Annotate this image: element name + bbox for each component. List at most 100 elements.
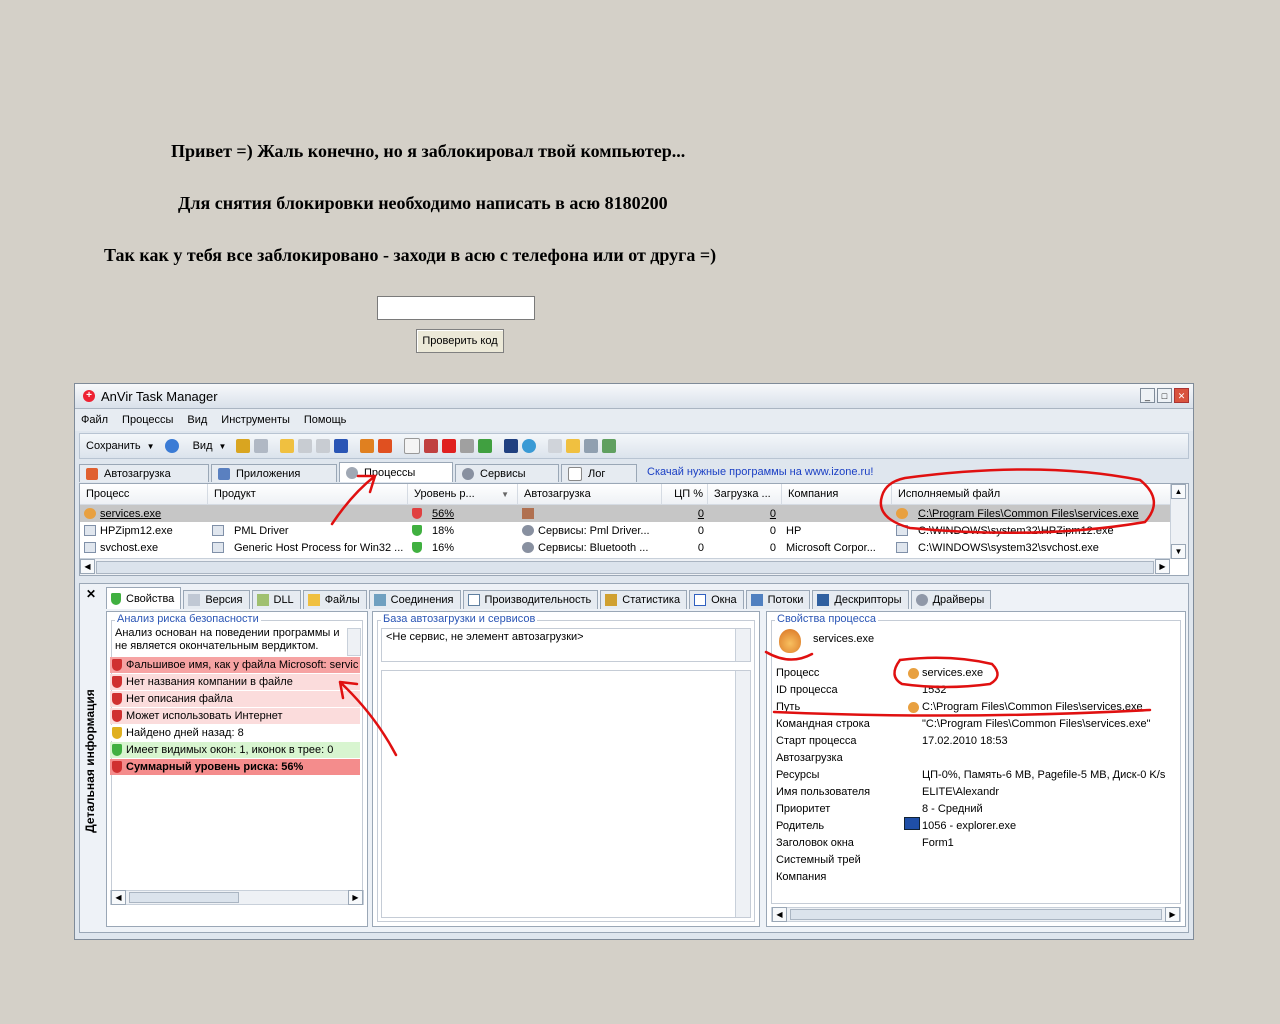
table-row[interactable]: HPZipm12.exe PML Driver 18% Сервисы: Pml… (80, 522, 1188, 539)
tool-icon[interactable] (298, 439, 313, 453)
lock-message-3: Так как у тебя все заблокировано - заход… (104, 245, 717, 265)
scroll-right-icon[interactable]: ▶ (348, 890, 363, 905)
grid-vscrollbar[interactable]: ▲ ▼ (1170, 484, 1188, 559)
tab-connections[interactable]: Соединения (368, 590, 461, 609)
check-code-button[interactable]: Проверить код (416, 329, 504, 353)
menu-view[interactable]: Вид (187, 414, 207, 426)
tab-log[interactable]: Лог (561, 464, 637, 482)
table-row[interactable]: svchost.exe Generic Host Process for Win… (80, 539, 1188, 556)
menu-tools[interactable]: Инструменты (221, 414, 290, 426)
sort-desc-icon: ▼ (501, 489, 509, 499)
col-cpu[interactable]: ЦП % (662, 484, 708, 504)
tab-autorun[interactable]: Автозагрузка (79, 464, 209, 482)
tab-applications[interactable]: Приложения (211, 464, 337, 482)
col-load[interactable]: Загрузка ... (708, 484, 782, 504)
close-icon[interactable]: ✕ (1174, 388, 1189, 403)
tab-processes[interactable]: Процессы (339, 462, 453, 482)
scroll-right-icon[interactable]: ▶ (1155, 559, 1170, 574)
folder-icon[interactable] (280, 439, 295, 453)
shield-green-icon (112, 744, 122, 756)
tab-services[interactable]: Сервисы (455, 464, 559, 482)
copy-icon[interactable] (548, 439, 563, 453)
refresh-icon[interactable] (164, 439, 179, 453)
scroll-left-icon[interactable]: ◀ (111, 890, 126, 905)
autorun-details-scrollbar[interactable] (735, 671, 750, 917)
col-autorun[interactable]: Автозагрузка (518, 484, 662, 504)
grid-hscrollbar[interactable]: ◀ ▶ (80, 558, 1170, 575)
izone-link[interactable]: Скачай нужные программы на www.izone.ru! (647, 466, 873, 478)
gear-icon[interactable] (460, 439, 475, 453)
menu-help[interactable]: Помощь (304, 414, 347, 426)
folder-open-icon[interactable] (566, 439, 581, 453)
version-icon (188, 594, 201, 606)
run-icon[interactable] (504, 439, 519, 453)
tab-windows[interactable]: Окна (689, 590, 744, 609)
scroll-thumb[interactable] (790, 909, 1162, 920)
scroll-down-icon[interactable]: ▼ (1171, 544, 1186, 559)
folder-icon (307, 594, 320, 606)
minimize-icon[interactable]: _ (1140, 388, 1155, 403)
window-icon (212, 525, 224, 536)
settings-icon[interactable] (424, 439, 439, 453)
unlock-code-input[interactable] (377, 296, 535, 320)
lock-message-2: Для снятия блокировки необходимо написат… (178, 193, 668, 213)
col-process[interactable]: Процесс (80, 484, 208, 504)
scroll-thumb[interactable] (129, 892, 239, 903)
save-button[interactable]: Сохранить (86, 440, 141, 452)
tab-label: Статистика (622, 594, 681, 606)
col-risk-label: Уровень р... (414, 488, 475, 500)
restart-icon[interactable] (360, 439, 375, 453)
new-icon[interactable] (404, 438, 421, 454)
scroll-up-icon[interactable]: ▲ (1171, 484, 1186, 499)
tab-properties[interactable]: Свойства (106, 587, 182, 609)
risk-text: Может использовать Интернет (126, 710, 283, 722)
risk-hscrollbar[interactable]: ◀ ▶ (110, 890, 364, 905)
save-dropdown-icon[interactable]: ▼ (147, 442, 155, 451)
tab-label: Производительность (484, 594, 592, 606)
menu-processes[interactable]: Процессы (122, 414, 173, 426)
grid-header: Процесс Продукт Уровень р... ▼ Автозагруз… (80, 484, 1188, 505)
scroll-right-icon[interactable]: ▶ (1165, 907, 1180, 922)
prop-value-parent[interactable]: 1056 - explorer.exe (922, 820, 1016, 832)
scroll-left-icon[interactable]: ◀ (772, 907, 787, 922)
menu-file[interactable]: Файл (81, 414, 108, 426)
tab-handles[interactable]: Дескрипторы (812, 590, 909, 609)
close-details-icon[interactable]: ✕ (84, 587, 98, 601)
maximize-icon[interactable]: □ (1157, 388, 1172, 403)
col-product[interactable]: Продукт (208, 484, 408, 504)
cell-file: C:\WINDOWS\system32\HPZipm12.exe (918, 524, 1114, 537)
replace-icon[interactable] (602, 439, 617, 453)
window-icon (84, 542, 96, 553)
table-row[interactable]: services.exe 56% 0 0 C:\Program Files\Co… (80, 505, 1188, 522)
tab-version[interactable]: Версия (183, 590, 250, 609)
kill-icon[interactable] (442, 439, 457, 453)
tab-dll[interactable]: DLL (251, 590, 301, 609)
tab-performance[interactable]: Производительность (462, 590, 599, 609)
view-dropdown-icon[interactable]: ▼ (219, 442, 227, 451)
tab-threads[interactable]: Потоки (745, 590, 811, 609)
globe-icon[interactable] (522, 439, 537, 453)
scroll-left-icon[interactable]: ◀ (80, 559, 95, 574)
tool2-icon[interactable] (316, 439, 331, 453)
search-icon[interactable] (236, 439, 251, 453)
priority-icon[interactable] (334, 439, 349, 453)
col-company[interactable]: Компания (782, 484, 892, 504)
props-hscrollbar[interactable]: ◀ ▶ (771, 907, 1181, 922)
title-bar[interactable]: + AnVir Task Manager (75, 384, 1193, 409)
autorun-text-scrollbar[interactable] (735, 629, 750, 661)
tab-label: Потоки (767, 594, 804, 606)
tab-files[interactable]: Файлы (302, 590, 367, 609)
properties-icon[interactable] (254, 439, 269, 453)
risk-intro-scrollbar[interactable] (347, 628, 361, 656)
flag-icon[interactable] (378, 439, 393, 453)
scroll-thumb[interactable] (96, 561, 1154, 574)
spell-icon[interactable] (584, 439, 599, 453)
tab-label: Версия (205, 594, 243, 606)
view-button[interactable]: Вид (193, 440, 213, 452)
col-risk[interactable]: Уровень р... ▼ (408, 484, 518, 504)
tab-drivers[interactable]: Драйверы (910, 590, 992, 609)
col-exe-file[interactable]: Исполняемый файл (892, 484, 1172, 504)
statistics-icon (605, 594, 618, 606)
export-icon[interactable] (478, 439, 493, 453)
tab-statistics[interactable]: Статистика (600, 590, 688, 609)
